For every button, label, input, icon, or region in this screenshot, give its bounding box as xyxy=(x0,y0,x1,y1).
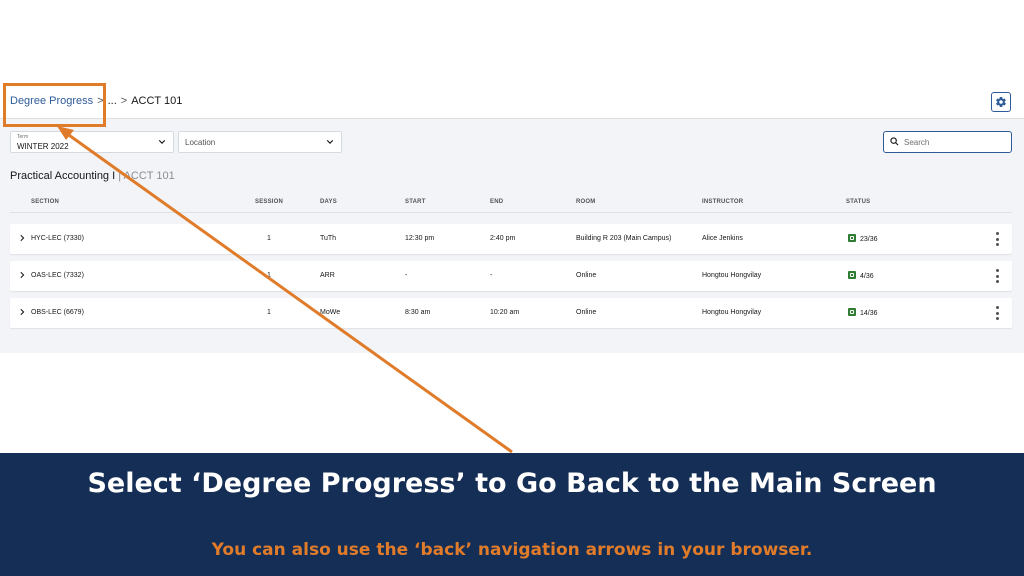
session-cell: 1 xyxy=(267,309,271,316)
course-code: ACCT 101 xyxy=(123,170,175,182)
table-row[interactable]: OAS-LEC (7332) 1 ARR - - Online Hongtou … xyxy=(10,261,1012,291)
banner-title: Select ‘Degree Progress’ to Go Back to t… xyxy=(87,468,937,499)
start-cell: 8:30 am xyxy=(405,309,431,316)
header-days: DAYS xyxy=(320,199,337,205)
instructor-cell: Alice Jenkins xyxy=(702,235,743,242)
term-select[interactable]: Term WINTER 2022 xyxy=(10,131,174,153)
instructor-cell: Hongtou Hongvilay xyxy=(702,272,762,279)
status-count: 4/36 xyxy=(860,273,874,280)
start-cell: - xyxy=(405,272,408,279)
search-icon xyxy=(890,137,899,146)
status-cell: 14/36 xyxy=(848,308,878,317)
table-header: SECTION SESSION DAYS START END ROOM INST… xyxy=(10,199,1012,213)
start-cell: 12:30 pm xyxy=(405,235,435,242)
days-cell: ARR xyxy=(320,272,335,279)
days-cell: MoWe xyxy=(320,309,341,316)
table-row[interactable]: OBS-LEC (6679) 1 MoWe 8:30 am 10:20 am O… xyxy=(10,298,1012,328)
class-search-app: Degree Progress > ... > ACCT 101 Term WI… xyxy=(0,88,1024,353)
end-cell: 2:40 pm xyxy=(490,235,516,242)
status-open-icon xyxy=(848,308,856,316)
chevron-down-icon xyxy=(326,140,334,144)
term-value: WINTER 2022 xyxy=(17,142,69,151)
section-cell: OBS-LEC (6679) xyxy=(31,309,84,316)
breadcrumb-separator: > xyxy=(97,95,104,107)
session-cell: 1 xyxy=(267,235,271,242)
header-status: STATUS xyxy=(846,199,871,205)
breadcrumb-current: ACCT 101 xyxy=(131,95,183,107)
table-row[interactable]: HYC-LEC (7330) 1 TuTh 12:30 pm 2:40 pm B… xyxy=(10,224,1012,254)
room-cell: Online xyxy=(576,309,597,316)
instruction-banner: Select ‘Degree Progress’ to Go Back to t… xyxy=(0,453,1024,576)
header-start: START xyxy=(405,199,426,205)
status-count: 23/36 xyxy=(860,236,878,243)
gear-icon xyxy=(996,97,1006,108)
settings-button[interactable] xyxy=(991,92,1011,112)
instructor-cell: Hongtou Hongvilay xyxy=(702,309,762,316)
course-name: Practical Accounting I xyxy=(10,170,116,182)
status-open-icon xyxy=(848,271,856,279)
header-section: SECTION xyxy=(31,199,60,205)
room-cell: Online xyxy=(576,272,597,279)
breadcrumb: Degree Progress > ... > ACCT 101 xyxy=(10,95,182,107)
search-box xyxy=(883,131,1012,153)
header-instructor: INSTRUCTOR xyxy=(702,199,744,205)
section-cell: OAS-LEC (7332) xyxy=(31,272,84,279)
breadcrumb-degree-progress-link[interactable]: Degree Progress xyxy=(10,95,93,107)
status-count: 14/36 xyxy=(860,310,878,317)
banner-subtitle: You can also use the ‘back’ navigation a… xyxy=(211,540,813,560)
top-bar: Degree Progress > ... > ACCT 101 xyxy=(0,88,1024,118)
content-area: Term WINTER 2022 Location Practical Acco… xyxy=(0,118,1024,353)
chevron-right-icon[interactable] xyxy=(18,271,26,279)
search-input[interactable] xyxy=(904,135,1004,149)
room-cell: Building R 203 (Main Campus) xyxy=(576,235,672,242)
chevron-down-icon xyxy=(158,140,166,144)
row-actions-kebab-icon[interactable] xyxy=(993,306,1001,320)
chevron-right-icon[interactable] xyxy=(18,234,26,242)
end-cell: 10:20 am xyxy=(490,309,520,316)
row-actions-kebab-icon[interactable] xyxy=(993,232,1001,246)
term-label: Term xyxy=(17,134,29,140)
section-cell: HYC-LEC (7330) xyxy=(31,235,84,242)
chevron-right-icon[interactable] xyxy=(18,308,26,316)
days-cell: TuTh xyxy=(320,235,337,242)
location-placeholder: Location xyxy=(185,138,216,147)
status-cell: 23/36 xyxy=(848,234,878,243)
breadcrumb-ellipsis[interactable]: ... xyxy=(108,95,117,107)
header-end: END xyxy=(490,199,504,205)
row-actions-kebab-icon[interactable] xyxy=(993,269,1001,283)
course-separator: | xyxy=(118,170,122,182)
breadcrumb-separator: > xyxy=(120,95,128,107)
course-heading: Practical Accounting I | ACCT 101 xyxy=(10,170,175,182)
session-cell: 1 xyxy=(267,272,271,279)
location-select[interactable]: Location xyxy=(178,131,342,153)
status-open-icon xyxy=(848,234,856,242)
header-session: SESSION xyxy=(255,199,284,205)
end-cell: - xyxy=(490,272,493,279)
header-room: ROOM xyxy=(576,199,596,205)
status-cell: 4/36 xyxy=(848,271,874,280)
